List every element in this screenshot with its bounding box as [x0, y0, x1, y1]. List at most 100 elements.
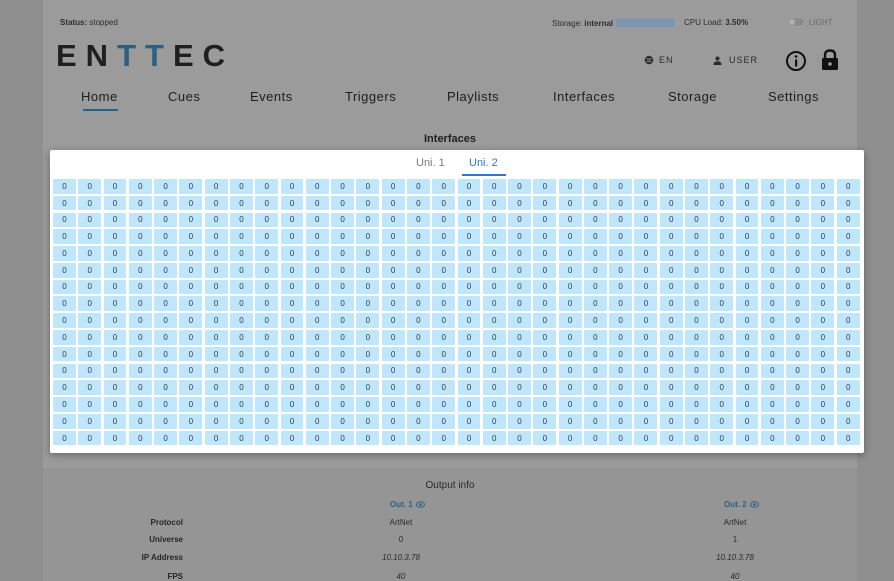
storage-usage-bar	[615, 18, 676, 28]
dmx-channel-cell: 0	[432, 262, 456, 278]
nav-tab-cues[interactable]: Cues	[168, 89, 200, 104]
dmx-channel-cell: 0	[634, 346, 658, 362]
dmx-channel-cell: 0	[204, 229, 228, 244]
output-info-panel: Output info Out. 1 Out. 2 Protocol Unive…	[43, 468, 857, 581]
dmx-channel-cell: 0	[280, 296, 304, 312]
dmx-channel-cell: 0	[406, 346, 430, 362]
nav-tab-triggers[interactable]: Triggers	[345, 89, 396, 104]
nav-tab-home[interactable]: Home	[81, 89, 118, 111]
nav-tab-settings[interactable]: Settings	[768, 89, 819, 104]
dmx-channel-cell: 0	[255, 212, 279, 228]
dmx-channel-cell: 0	[710, 246, 734, 261]
dmx-channel-cell: 0	[508, 413, 531, 429]
dmx-channel-cell: 0	[482, 413, 506, 429]
dmx-channel-cell: 0	[179, 413, 203, 429]
dmx-channel-cell: 0	[204, 246, 228, 261]
dmx-channel-cell: 0	[482, 296, 506, 312]
dmx-channel-cell: 0	[786, 246, 810, 261]
dmx-channel-cell: 0	[457, 346, 481, 362]
dmx-channel-cell: 0	[508, 246, 531, 261]
dmx-channel-cell: 0	[255, 330, 279, 345]
dmx-channel-cell: 0	[53, 296, 76, 312]
dmx-channel-cell: 0	[659, 279, 683, 295]
dmx-channel-cell: 0	[457, 430, 481, 446]
dmx-channel-cell: 0	[533, 246, 557, 261]
dmx-channel-cell: 0	[381, 397, 405, 412]
lock-icon[interactable]	[820, 49, 840, 71]
language-button[interactable]: EN	[644, 55, 674, 65]
nav-tab-events[interactable]: Events	[250, 89, 293, 104]
dmx-channel-cell: 0	[280, 346, 304, 362]
dmx-channel-cell: 0	[305, 212, 329, 228]
dmx-channel-cell: 0	[735, 330, 759, 345]
dmx-channel-cell: 0	[558, 246, 582, 261]
dmx-channel-cell: 0	[659, 413, 683, 429]
dmx-channel-cell: 0	[432, 363, 456, 379]
dmx-channel-cell: 0	[482, 380, 506, 395]
dmx-channel-cell: 0	[305, 430, 329, 446]
dmx-channel-cell: 0	[710, 413, 734, 429]
info-icon[interactable]	[785, 50, 807, 72]
dmx-channel-cell: 0	[154, 179, 178, 194]
dmx-channel-cell: 0	[710, 279, 734, 295]
dmx-channel-cell: 0	[432, 397, 456, 412]
dmx-channel-cell: 0	[685, 195, 708, 211]
theme-toggle-label: LIGHT	[809, 17, 833, 27]
dmx-channel-cell: 0	[356, 313, 380, 328]
dmx-channel-cell: 0	[280, 380, 304, 395]
dmx-channel-cell: 0	[356, 397, 380, 412]
nav-tab-playlists[interactable]: Playlists	[447, 89, 499, 104]
toggle-switch[interactable]	[787, 17, 805, 27]
dmx-channel-cell: 0	[53, 229, 76, 244]
dmx-channel-cell: 0	[229, 279, 253, 295]
dmx-channel-cell: 0	[103, 262, 127, 278]
dmx-channel-cell: 0	[811, 363, 835, 379]
output-2-fps: 40	[730, 572, 740, 581]
dmx-channel-cell: 0	[154, 279, 178, 295]
theme-toggle[interactable]: LIGHT	[787, 17, 833, 27]
dmx-channel-cell: 0	[229, 229, 253, 244]
output-1-header[interactable]: Out. 1	[390, 500, 425, 509]
tab-universe-1[interactable]: Uni. 1	[416, 157, 445, 169]
storage-indicator: Storage: internal	[552, 18, 676, 28]
dmx-channel-cell: 0	[786, 195, 810, 211]
universe-tabs: Uni. 1 Uni. 2	[50, 150, 864, 176]
dmx-channel-cell: 0	[457, 330, 481, 345]
dmx-channel-cell: 0	[811, 212, 835, 228]
dmx-channel-cell: 0	[179, 346, 203, 362]
dmx-channel-cell: 0	[508, 279, 531, 295]
dmx-channel-cell: 0	[811, 279, 835, 295]
dmx-channel-cell: 0	[406, 330, 430, 345]
nav-tab-interfaces[interactable]: Interfaces	[553, 89, 615, 104]
dmx-channel-cell: 0	[204, 363, 228, 379]
output-2-header[interactable]: Out. 2	[724, 500, 759, 509]
dmx-channel-cell: 0	[558, 380, 582, 395]
tab-universe-2[interactable]: Uni. 2	[462, 157, 506, 176]
dmx-channel-cell: 0	[331, 179, 354, 194]
dmx-channel-cell: 0	[558, 363, 582, 379]
dmx-channel-cell: 0	[204, 313, 228, 328]
user-button[interactable]: USER	[713, 55, 758, 65]
dmx-channel-cell: 0	[786, 430, 810, 446]
dmx-channel-cell: 0	[432, 279, 456, 295]
dmx-channel-cell: 0	[482, 430, 506, 446]
dmx-channel-cell: 0	[53, 313, 76, 328]
dmx-channel-cell: 0	[760, 413, 784, 429]
dmx-channel-cell: 0	[305, 363, 329, 379]
cpu-value: 3.50%	[725, 18, 749, 27]
dmx-channel-cell: 0	[760, 397, 784, 412]
dmx-channel-cell: 0	[659, 397, 683, 412]
dmx-channel-cell: 0	[685, 330, 708, 345]
dmx-channel-cell: 0	[432, 413, 456, 429]
dmx-channel-cell: 0	[508, 346, 531, 362]
dmx-channel-cell: 0	[432, 380, 456, 395]
output-2-universe: 1	[732, 535, 738, 544]
nav-tab-storage[interactable]: Storage	[668, 89, 717, 104]
dmx-channel-cell: 0	[836, 195, 860, 211]
dmx-channel-cell: 0	[78, 262, 102, 278]
dmx-channel-cell: 0	[533, 330, 557, 345]
dmx-channel-cell: 0	[609, 195, 633, 211]
dmx-channel-cell: 0	[255, 363, 279, 379]
dmx-channel-cell: 0	[331, 330, 354, 345]
dmx-channel-cell: 0	[760, 246, 784, 261]
